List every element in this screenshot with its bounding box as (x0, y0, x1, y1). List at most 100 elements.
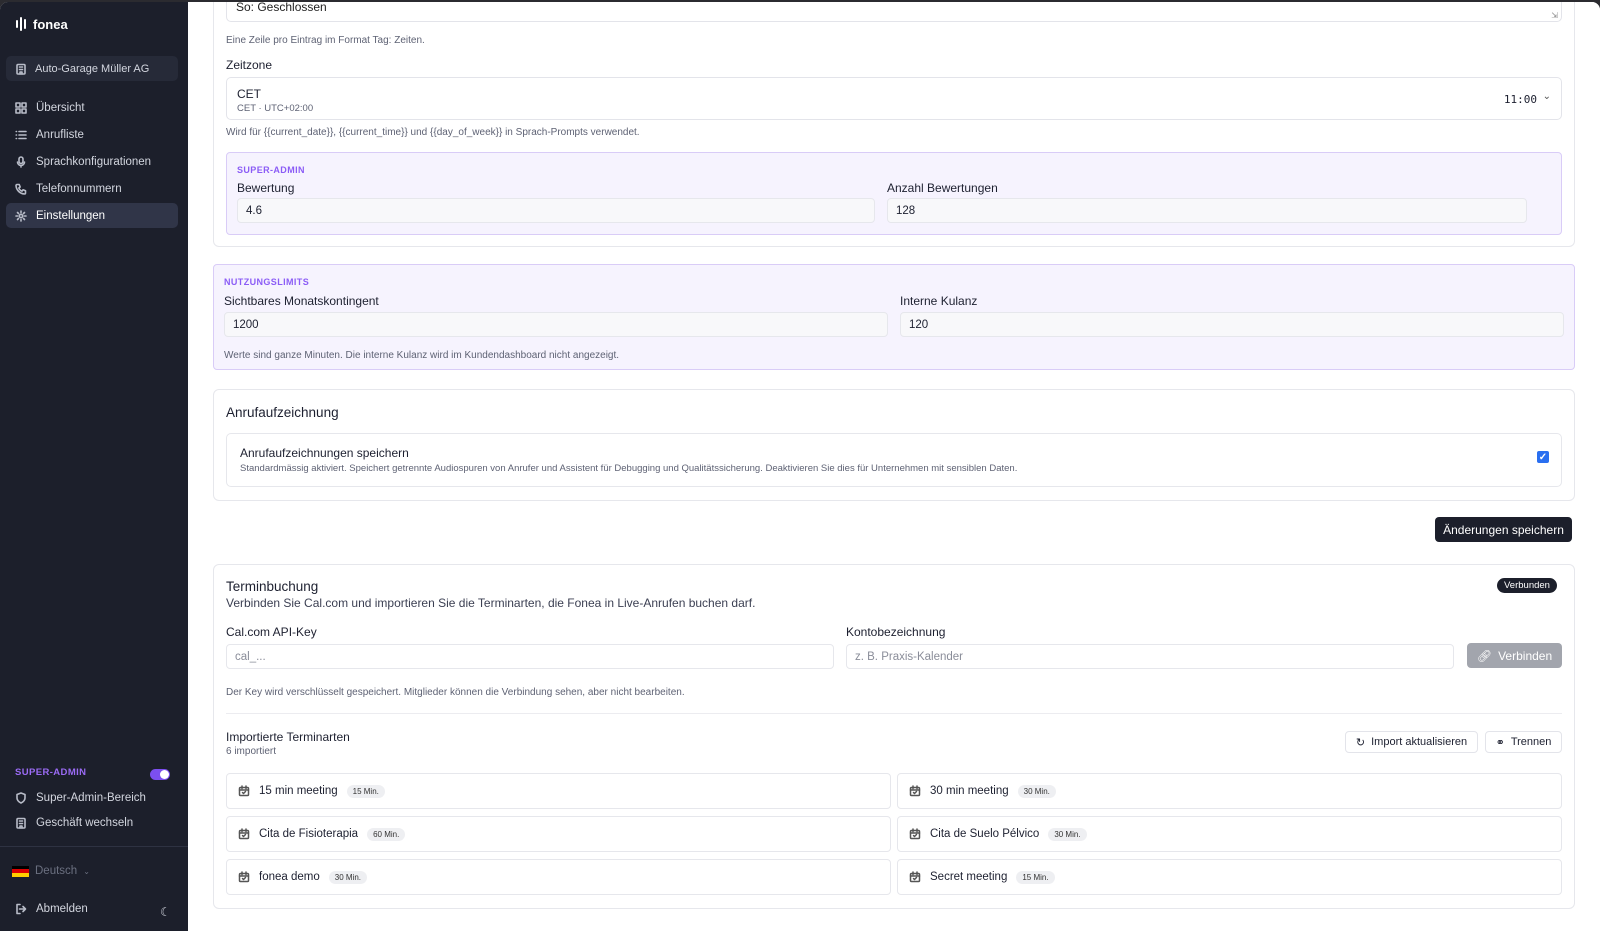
event-duration-badge: 30 Min. (328, 870, 367, 884)
logo-icon (16, 16, 26, 32)
call-recording-card: Anrufaufzeichnung Anrufaufzeichnungen sp… (213, 389, 1575, 501)
sidebar-item-label: Einstellungen (36, 209, 106, 222)
super-admin-nav: Super-Admin-Bereich Geschäft wechseln (6, 785, 178, 835)
account-name-input[interactable]: z. B. Praxis-Kalender (846, 644, 1454, 669)
rating-label: Bewertung (237, 181, 295, 195)
super-admin-section-label: SUPER-ADMIN (237, 165, 305, 175)
logout-icon (15, 903, 27, 915)
scrollbar-track[interactable] (1587, 2, 1600, 931)
business-switcher[interactable]: Auto-Garage Müller AG (6, 56, 178, 81)
sidebar-item-label: Sprachkonfigurationen (36, 155, 152, 168)
internal-grace-label: Interne Kulanz (900, 294, 978, 308)
sidebar-item-label: Telefonnummern (36, 182, 122, 195)
api-key-input[interactable]: cal_... (226, 644, 834, 669)
shield-icon (15, 791, 27, 804)
api-key-help: Der Key wird verschlüsselt gespeichert. … (226, 687, 685, 698)
link-icon: 🔗︎ (1476, 648, 1493, 663)
usage-limits-panel: NUTZUNGSLIMITS Sichtbares Monatskontinge… (213, 264, 1575, 370)
sidebar-item-label: Super-Admin-Bereich (36, 791, 146, 804)
event-duration-badge: 15 Min. (1016, 870, 1055, 884)
event-type-item[interactable]: fonea demo 30 Min. (226, 859, 891, 895)
app-name: fonea (33, 16, 68, 32)
sidebar-divider (0, 846, 188, 847)
phone-icon (15, 183, 27, 195)
call-recording-option: Anrufaufzeichnungen speichern Standardmä… (226, 433, 1562, 487)
sidebar-item-sprachkonfigurationen[interactable]: Sprachkonfigurationen (6, 149, 178, 174)
building-icon (15, 63, 27, 75)
usage-limits-section-label: NUTZUNGSLIMITS (224, 277, 310, 287)
event-type-name: Cita de Fisioterapia (259, 828, 359, 840)
refresh-icon: ↻ (1355, 736, 1366, 749)
booking-subtitle: Verbinden Sie Cal.com und importieren Si… (226, 596, 756, 610)
sidebar-item-anrufliste[interactable]: Anrufliste (6, 122, 178, 147)
rating-input[interactable]: 4.6 (237, 198, 875, 223)
super-admin-toggle[interactable] (150, 769, 170, 780)
logout-button[interactable]: Abmelden (6, 898, 178, 920)
app-logo[interactable]: fonea (16, 16, 68, 32)
disconnect-button[interactable]: ⚭ Trennen (1485, 731, 1562, 753)
sidebar-item-super-admin-bereich[interactable]: Super-Admin-Bereich (6, 785, 178, 810)
refresh-import-button[interactable]: ↻ Import aktualisieren (1345, 731, 1478, 753)
event-duration-badge: 60 Min. (367, 827, 406, 841)
usage-limits-help: Werte sind ganze Minuten. Die interne Ku… (224, 350, 620, 361)
german-flag-icon (12, 865, 29, 877)
event-type-name: Cita de Suelo Pélvico (930, 828, 1040, 840)
opening-hours-last-line: So: Geschlossen (236, 2, 327, 14)
event-duration-badge: 30 Min. (1048, 827, 1087, 841)
event-type-name: 30 min meeting (930, 785, 1009, 797)
monthly-quota-input[interactable]: 1200 (224, 312, 888, 337)
event-type-item[interactable]: Secret meeting 15 Min. (897, 859, 1562, 895)
opening-hours-help: Eine Zeile pro Eintrag im Format Tag: Ze… (226, 35, 425, 46)
event-type-item[interactable]: 15 min meeting 15 Min. (226, 773, 891, 809)
list-icon (15, 129, 27, 141)
call-recording-option-title: Anrufaufzeichnungen speichern (240, 446, 409, 460)
call-recording-checkbox[interactable]: ✓ (1537, 451, 1549, 463)
timezone-offset: CET · UTC+02:00 (237, 103, 314, 114)
connect-button-label: Verbinden (1498, 648, 1553, 663)
moon-icon[interactable]: ☾ (160, 905, 171, 919)
event-type-name: 15 min meeting (259, 785, 338, 797)
gear-icon (15, 209, 27, 222)
app-window: fonea Auto-Garage Müller AG Übersicht An… (0, 2, 1600, 931)
event-type-item[interactable]: Cita de Fisioterapia 60 Min. (226, 816, 891, 852)
chevron-down-icon: ⌄ (83, 866, 90, 876)
event-type-name: fonea demo (259, 871, 320, 883)
sidebar-item-telefonnummern[interactable]: Telefonnummern (6, 176, 178, 201)
dashboard-icon (15, 101, 27, 114)
calendar-check-icon (909, 871, 921, 883)
sidebar: fonea Auto-Garage Müller AG Übersicht An… (0, 2, 188, 931)
connect-button[interactable]: 🔗︎ Verbinden (1467, 643, 1562, 668)
super-admin-label: SUPER-ADMIN (15, 767, 87, 778)
building-icon (15, 817, 27, 829)
connection-status-badge: Verbunden (1497, 578, 1557, 593)
event-type-item[interactable]: 30 min meeting 30 Min. (897, 773, 1562, 809)
internal-grace-input[interactable]: 120 (900, 312, 1564, 337)
rating-count-input[interactable]: 128 (887, 198, 1527, 223)
business-name: Auto-Garage Müller AG (35, 62, 150, 75)
rating-count-label: Anzahl Bewertungen (887, 181, 998, 195)
save-changes-button[interactable]: Änderungen speichern (1435, 517, 1572, 542)
sidebar-item-label: Anrufliste (36, 128, 84, 141)
sidebar-item-uebersicht[interactable]: Übersicht (6, 95, 178, 120)
check-icon: ✓ (1538, 451, 1548, 463)
sidebar-item-geschaeft-wechseln[interactable]: Geschäft wechseln (6, 810, 178, 835)
event-duration-badge: 30 Min. (1017, 784, 1056, 798)
opening-hours-textarea[interactable]: So: Geschlossen ⇲ (226, 2, 1562, 22)
resize-handle-icon[interactable]: ⇲ (1551, 11, 1558, 20)
sidebar-item-label: Geschäft wechseln (36, 816, 134, 829)
language-select[interactable]: Deutsch ⌄ (12, 865, 90, 877)
sidebar-item-einstellungen[interactable]: Einstellungen (6, 203, 178, 228)
event-type-item[interactable]: Cita de Suelo Pélvico 30 Min. (897, 816, 1562, 852)
unlink-icon: ⚭ (1495, 736, 1505, 749)
timezone-current-time: 11:00 (1503, 93, 1537, 106)
timezone-select[interactable]: CET CET · UTC+02:00 11:00 ⌄ (226, 77, 1562, 120)
timezone-label: Zeitzone (226, 58, 273, 72)
calendar-check-icon (238, 785, 250, 797)
disconnect-label: Trennen (1510, 736, 1552, 748)
event-type-name: Secret meeting (930, 871, 1008, 883)
sidebar-item-label: Übersicht (36, 101, 85, 114)
imported-types-title: Importierte Terminarten (226, 730, 350, 744)
main-content: So: Geschlossen ⇲ Eine Zeile pro Eintrag… (188, 2, 1587, 931)
booking-divider (226, 713, 1562, 714)
calendar-check-icon (909, 785, 921, 797)
